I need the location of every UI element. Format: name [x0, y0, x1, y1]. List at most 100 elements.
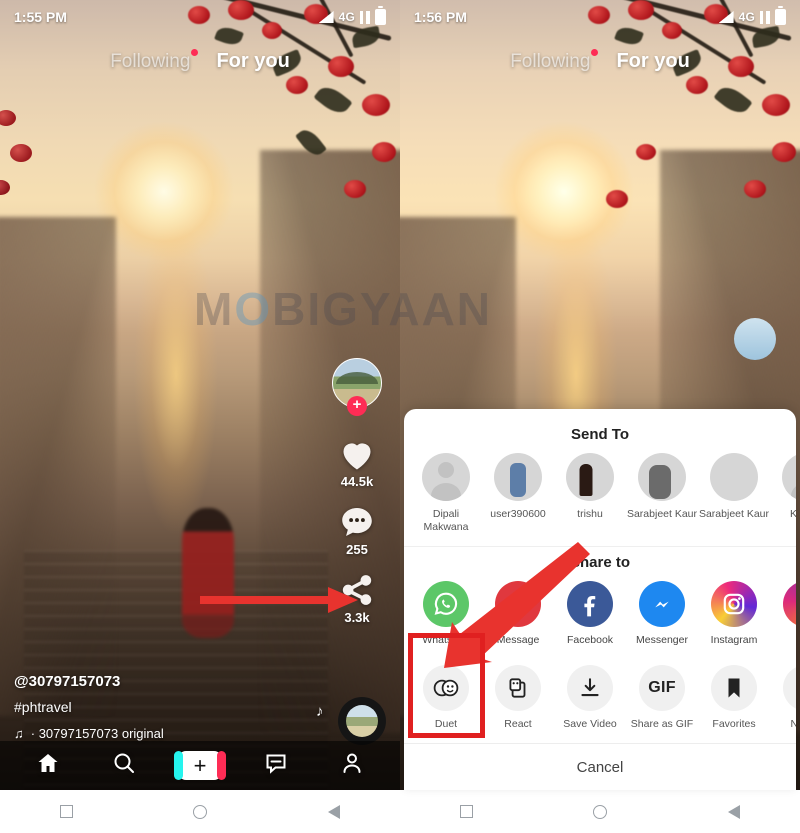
duet-button-highlight: [408, 633, 485, 738]
partial-creator-avatar[interactable]: [734, 318, 776, 360]
home-circle-icon[interactable]: [593, 804, 608, 819]
comment-count: 255: [346, 542, 368, 557]
action-label: Share as GIF: [630, 717, 694, 730]
contact-item[interactable]: Dipali Makwana: [410, 452, 482, 534]
share-app-stories[interactable]: Sto: [770, 580, 796, 647]
contact-item[interactable]: Sarabjeet Kaur: [626, 452, 698, 534]
network-type-label: 4G: [738, 10, 755, 24]
profile-icon: [340, 751, 364, 780]
gif-icon: GIF: [639, 664, 685, 711]
inbox-icon: [264, 751, 288, 780]
action-share-as-gif[interactable]: GIF Share as GIF: [626, 664, 698, 731]
tab-for-you[interactable]: For you: [216, 50, 289, 73]
android-nav-bar-right: [400, 790, 800, 833]
photo-avatar-bw: [638, 452, 686, 501]
top-tabs-right: Following For you: [400, 49, 800, 73]
wifi-icon: [360, 10, 370, 24]
cancel-button[interactable]: Cancel: [404, 744, 796, 790]
tab-following[interactable]: Following: [510, 49, 599, 73]
music-disc[interactable]: ♪: [316, 697, 386, 745]
action-favorites[interactable]: Favorites: [698, 664, 770, 731]
top-tabs-left: Following For you: [0, 49, 400, 73]
left-phone-screen: MOBIGYAAN 1:55 PM 4G Following For you: [0, 0, 400, 833]
creator-avatar[interactable]: +: [332, 358, 382, 416]
back-triangle-icon[interactable]: [327, 804, 340, 819]
video-caption-left: @30797157073 #phtravel ♫ · 30797157073 o…: [14, 673, 164, 741]
music-title: · 30797157073 original: [30, 726, 164, 741]
photo-avatar-silhouette: [566, 452, 614, 501]
screenshot-root: MOBIGYAAN 1:55 PM 4G Following For you: [0, 0, 800, 833]
tab-for-you-label: For you: [216, 50, 290, 72]
home-icon: [36, 751, 60, 780]
like-button[interactable]: 44.5k: [339, 438, 375, 489]
tab-for-you[interactable]: For you: [616, 50, 689, 73]
caption-hashtag[interactable]: #phtravel: [14, 699, 164, 715]
action-react[interactable]: React: [482, 664, 554, 731]
share-app-messenger[interactable]: Messenger: [626, 580, 698, 647]
tab-profile[interactable]: [325, 746, 379, 786]
comment-icon: [339, 505, 375, 539]
react-icon: [495, 664, 541, 711]
signal-bars-icon: [318, 11, 334, 23]
notification-dot-icon: [191, 49, 199, 56]
send-to-contacts-row[interactable]: Dipali Makwana user390600 trishu Sarabje…: [404, 452, 796, 534]
action-save-video[interactable]: Save Video: [554, 664, 626, 731]
contact-name: Dipali Makwana: [423, 507, 469, 533]
share-app-instagram[interactable]: Instagram: [698, 580, 770, 647]
back-triangle-icon[interactable]: [727, 804, 740, 819]
scene-branch-left: [0, 52, 140, 252]
app-label: Messenger: [636, 633, 688, 646]
contact-name: trishu: [577, 507, 603, 520]
status-bar-left: 1:55 PM 4G: [0, 0, 400, 34]
tab-for-you-label: For you: [616, 50, 690, 72]
like-count: 44.5k: [340, 474, 374, 489]
status-time-right: 1:56 PM: [414, 9, 467, 25]
gif-text: GIF: [648, 678, 676, 696]
action-label: N inter: [790, 717, 796, 730]
android-nav-bar-left: [0, 790, 400, 833]
tab-following-label: Following: [110, 51, 191, 72]
home-circle-icon[interactable]: [193, 804, 208, 819]
music-row[interactable]: ♫ · 30797157073 original: [14, 726, 164, 741]
action-not-interested[interactable]: N inter: [770, 664, 796, 731]
music-note-floating-icon: ♪: [316, 703, 324, 720]
tab-following[interactable]: Following: [110, 49, 199, 73]
comment-button[interactable]: 255: [339, 505, 375, 557]
music-note-icon: ♫: [14, 726, 24, 741]
network-type-label: 4G: [338, 10, 355, 24]
photo-avatar-balloons: [710, 452, 758, 501]
contact-name: Sarabjeet Kaur: [698, 507, 770, 520]
recents-square-icon[interactable]: [460, 805, 474, 818]
tab-create[interactable]: +: [173, 746, 227, 786]
status-time: 1:55 PM: [14, 9, 67, 25]
annotation-arrow-to-share: [200, 587, 358, 613]
follow-button[interactable]: +: [347, 396, 367, 416]
contact-name: Sarabjeet Kaur: [626, 507, 698, 520]
plus-icon: +: [193, 752, 207, 778]
signal-bars-icon: [718, 11, 734, 23]
creator-username[interactable]: @30797157073: [14, 673, 164, 690]
contact-item[interactable]: Ka Par: [770, 452, 796, 534]
status-bar-right: 1:56 PM 4G: [400, 0, 800, 34]
contact-item[interactable]: user390600: [482, 452, 554, 534]
tab-discover[interactable]: [97, 746, 151, 786]
contact-name: Ka Par: [789, 507, 796, 520]
contact-item[interactable]: trishu: [554, 452, 626, 534]
music-disc-art: [338, 697, 386, 745]
create-button[interactable]: +: [174, 751, 226, 780]
contact-item[interactable]: Sarabjeet Kaur: [698, 452, 770, 534]
recents-square-icon[interactable]: [60, 805, 74, 818]
bookmark-icon: [711, 664, 757, 711]
action-label: Favorites: [712, 717, 756, 730]
tab-inbox[interactable]: [249, 746, 303, 786]
app-label: Instagram: [710, 633, 758, 646]
wifi-icon: [760, 10, 770, 24]
send-to-title: Send To: [570, 425, 630, 443]
action-label: Save Video: [563, 717, 617, 730]
blank-avatar: [782, 452, 796, 501]
stories-icon: [783, 580, 796, 627]
tab-home[interactable]: [21, 746, 75, 786]
messenger-icon: [639, 580, 685, 627]
blank-avatar: [422, 452, 470, 501]
tab-following-label: Following: [510, 51, 591, 72]
